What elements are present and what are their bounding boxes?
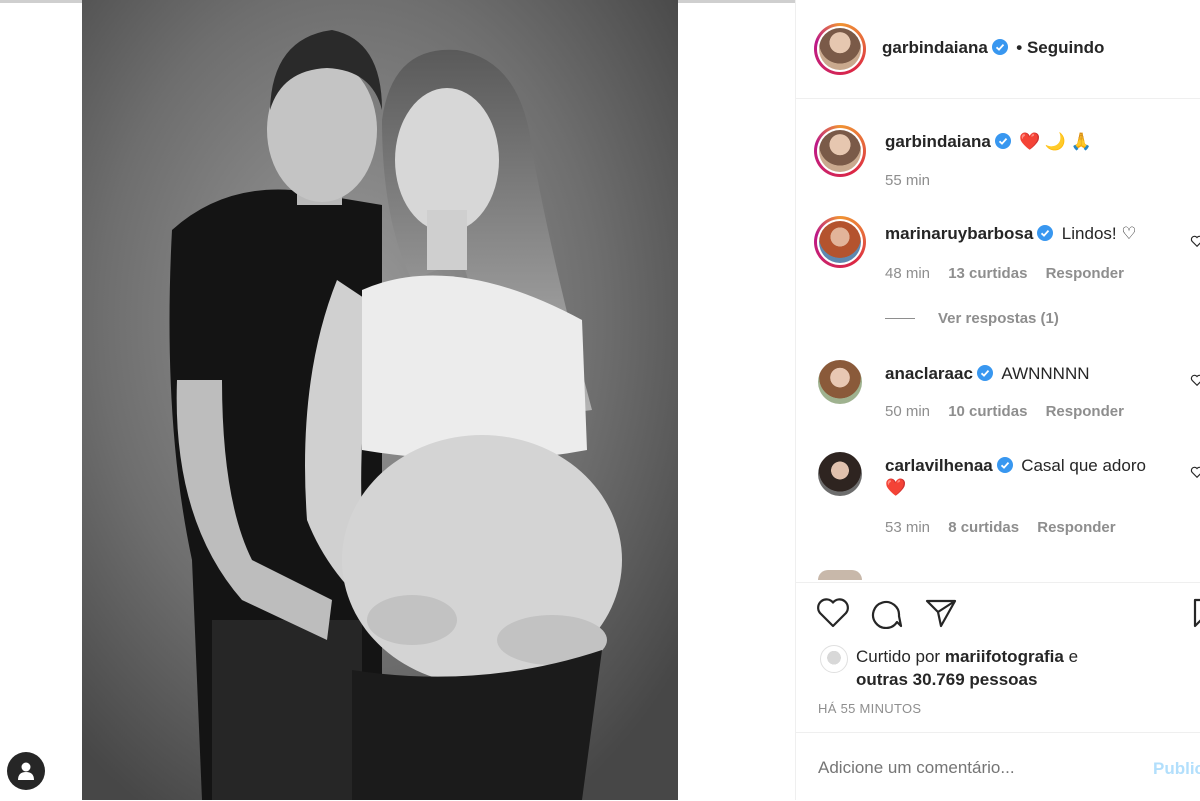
verified-badge-icon — [1037, 225, 1054, 241]
caption-emoji-moon: 🌙 — [1044, 132, 1067, 151]
caption-author-avatar[interactable] — [814, 125, 866, 177]
comment-username[interactable]: marinaruybarbosa — [885, 224, 1033, 243]
likes-summary: Curtido por mariifotografia e outras 30.… — [856, 645, 1078, 691]
comment-item: marinaruybarbosa Lindos! ♡ 48 min 13 cur… — [796, 216, 1200, 336]
caption-emoji-pray: 🙏 — [1070, 132, 1092, 151]
comment-like-heart-icon[interactable] — [1190, 234, 1200, 248]
comment-time[interactable]: 53 min — [885, 519, 930, 536]
post-side-panel: garbindaiana • Seguindo garbindaiana ❤️ … — [795, 0, 1200, 800]
comment-text: Lindos! ♡ — [1061, 224, 1137, 243]
likes-suffix: e — [1068, 647, 1079, 666]
commenter-avatar[interactable] — [818, 360, 862, 404]
send-icon[interactable] — [924, 597, 958, 629]
comment-like-heart-icon[interactable] — [1190, 465, 1200, 479]
comment-time[interactable]: 50 min — [885, 403, 930, 420]
comment-item: anaclaraac AWNNNNN 50 min 10 curtidas Re… — [796, 358, 1200, 428]
post-timestamp[interactable]: HÁ 55 MINUTOS — [818, 701, 921, 716]
likes-user[interactable]: mariifotografia — [945, 647, 1064, 666]
comment-reply-button[interactable]: Responder — [1046, 265, 1124, 282]
comment-text: Casal que adoro — [1021, 456, 1146, 475]
commenter-avatar[interactable] — [814, 216, 866, 268]
comment-time[interactable]: 48 min — [885, 265, 930, 282]
verified-badge-icon — [994, 133, 1011, 149]
caption-time[interactable]: 55 min — [885, 172, 930, 189]
comment-username[interactable]: carlavilhenaa — [885, 456, 993, 475]
comment-input[interactable] — [816, 753, 1140, 783]
caption-username[interactable]: garbindaiana — [885, 132, 991, 151]
comment-reply-button[interactable]: Responder — [1037, 519, 1115, 536]
verified-badge-icon — [991, 39, 1008, 55]
comment-likes[interactable]: 8 curtidas — [948, 519, 1019, 536]
comment-reply-button[interactable]: Responder — [1046, 403, 1124, 420]
replies-line — [885, 318, 915, 319]
likes-others[interactable]: outras 30.769 pessoas — [856, 670, 1037, 689]
post-header: garbindaiana • Seguindo — [796, 0, 1200, 99]
photo-illustration — [82, 0, 678, 800]
actions-divider — [796, 582, 1200, 583]
comment-text: AWNNNNN — [1001, 364, 1090, 383]
comment-like-heart-icon[interactable] — [1190, 373, 1200, 387]
author-username[interactable]: garbindaiana — [882, 38, 988, 57]
comment-likes[interactable]: 10 curtidas — [948, 403, 1027, 420]
header-user-line: garbindaiana • Seguindo — [882, 38, 1104, 58]
comment-icon[interactable] — [870, 597, 904, 629]
user-icon — [18, 762, 34, 780]
caption: garbindaiana ❤️ 🌙 🙏 55 min — [796, 125, 1200, 195]
post-photo[interactable] — [82, 0, 678, 800]
verified-badge-icon — [996, 457, 1013, 473]
follow-status[interactable]: • Seguindo — [1016, 38, 1104, 57]
verified-badge-icon — [976, 365, 993, 381]
comment-likes[interactable]: 13 curtidas — [948, 265, 1027, 282]
heart-icon[interactable] — [816, 597, 850, 629]
comment-text-emoji: ❤️ — [885, 478, 907, 497]
next-comment-avatar-partial — [818, 570, 862, 580]
add-comment-bar: Publicar — [796, 732, 1200, 801]
comment-username[interactable]: anaclaraac — [885, 364, 973, 383]
comment-item: carlavilhenaa Casal que adoro ❤️ 53 min … — [796, 450, 1200, 550]
publish-button[interactable]: Publicar — [1153, 759, 1200, 779]
view-replies-button[interactable]: Ver respostas (1) — [938, 310, 1059, 327]
likes-prefix: Curtido por — [856, 647, 941, 666]
profile-button[interactable] — [7, 752, 45, 790]
bookmark-icon[interactable] — [1192, 597, 1200, 629]
caption-emoji-heart: ❤️ — [1019, 132, 1041, 151]
liker-avatar[interactable] — [820, 645, 848, 673]
author-avatar[interactable] — [814, 23, 866, 75]
commenter-avatar[interactable] — [818, 452, 862, 496]
